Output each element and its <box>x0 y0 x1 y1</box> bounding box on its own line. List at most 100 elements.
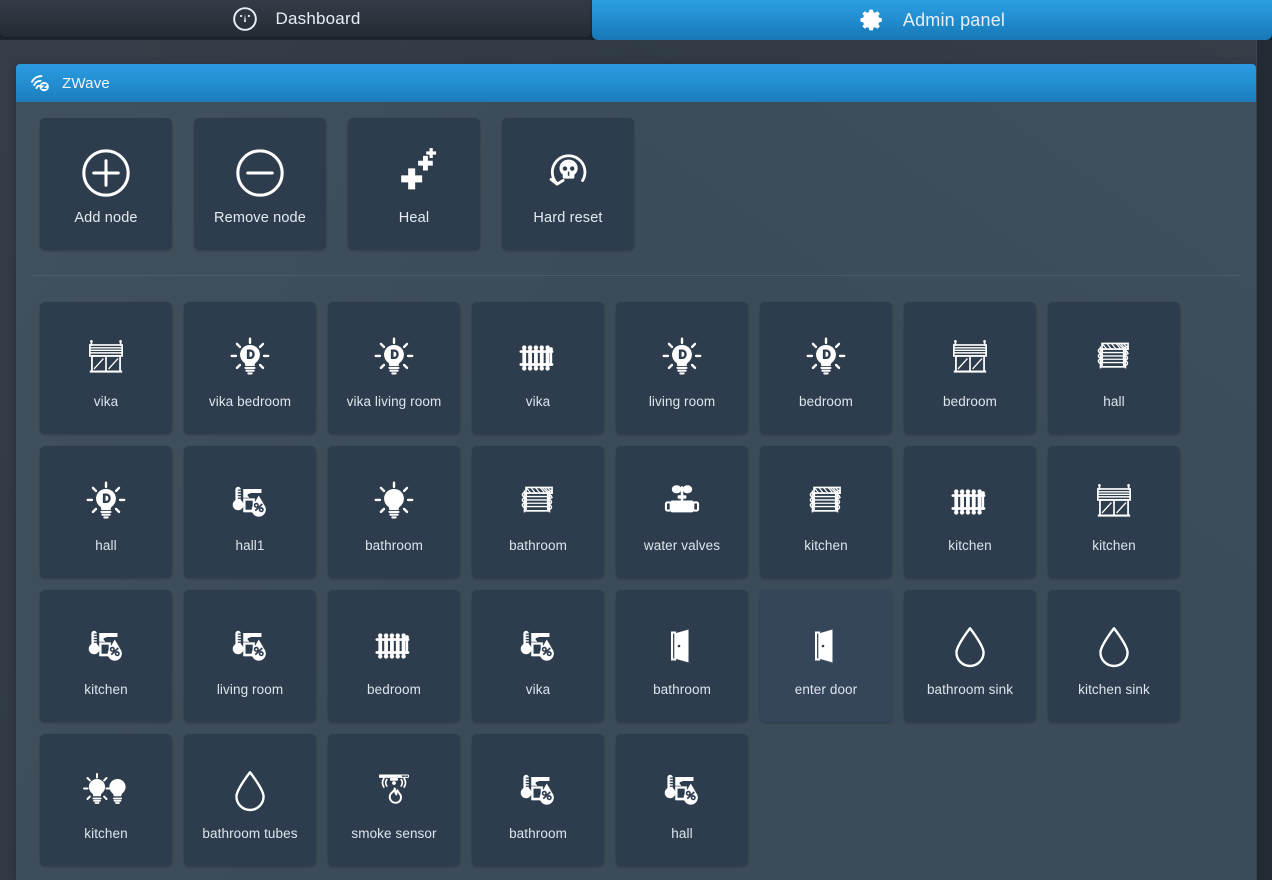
device-tile[interactable]: vika <box>40 302 172 434</box>
water-valve-icon <box>657 472 707 532</box>
device-tile[interactable]: kitchen <box>40 734 172 866</box>
device-tile[interactable]: bathroom <box>616 590 748 722</box>
device-tile[interactable]: kitchen <box>1048 446 1180 578</box>
device-tile[interactable]: hall <box>616 734 748 866</box>
tab-admin-panel[interactable]: Admin panel <box>592 0 1272 40</box>
device-tile[interactable]: vika bedroom <box>184 302 316 434</box>
open-door-icon <box>658 616 706 676</box>
water-drop-icon <box>225 760 275 820</box>
device-tile-label: kitchen <box>804 537 848 553</box>
device-tile[interactable]: bedroom <box>328 590 460 722</box>
device-tile[interactable]: bathroom <box>472 734 604 866</box>
zwave-signal-icon <box>29 73 51 93</box>
device-tile-label: bathroom <box>653 681 711 697</box>
device-tile-label: bathroom <box>365 537 423 553</box>
device-tile-label: kitchen <box>948 537 992 553</box>
device-tile[interactable]: living room <box>184 590 316 722</box>
radiator-icon <box>513 328 563 388</box>
device-tile-label: hall <box>1103 393 1125 409</box>
double-bulb-icon <box>80 760 132 820</box>
gauge-icon <box>232 6 258 32</box>
zwave-panel-title: ZWave <box>62 74 110 92</box>
temp-humidity-icon <box>513 616 563 676</box>
device-tile[interactable]: hall1 <box>184 446 316 578</box>
device-tile[interactable]: bedroom <box>904 302 1036 434</box>
device-tile[interactable]: hall <box>40 446 172 578</box>
device-tile[interactable]: kitchen <box>760 446 892 578</box>
device-tile-label: kitchen <box>84 681 128 697</box>
device-tile[interactable]: bathroom <box>328 446 460 578</box>
open-door-icon <box>802 616 850 676</box>
top-tab-bar: Dashboard Admin panel <box>0 0 1272 40</box>
device-tile-label: water valves <box>643 537 721 553</box>
action-tile-remove-node[interactable]: Remove node <box>194 118 326 250</box>
device-tile-label: bathroom <box>509 537 567 553</box>
device-tile[interactable]: living room <box>616 302 748 434</box>
dimmer-bulb-icon <box>81 472 131 532</box>
zwave-panel-header[interactable]: ZWave <box>16 64 1256 102</box>
device-tile[interactable]: vika <box>472 590 604 722</box>
action-tile-hard-reset[interactable]: Hard reset <box>502 118 634 250</box>
device-tile[interactable]: kitchen <box>40 590 172 722</box>
device-tile-label: bedroom <box>943 393 997 409</box>
device-tile[interactable]: kitchen <box>904 446 1036 578</box>
device-tile[interactable]: bathroom tubes <box>184 734 316 866</box>
device-tile-label: bathroom <box>509 825 567 841</box>
action-tile-label: Hard reset <box>533 210 603 226</box>
dimmer-bulb-icon <box>657 328 707 388</box>
device-tile-label: hall <box>671 825 693 841</box>
device-tile-label: vika bedroom <box>208 393 292 409</box>
device-tile-label: enter door <box>794 681 858 697</box>
device-tile[interactable]: hall <box>1048 302 1180 434</box>
radiator-icon <box>369 616 419 676</box>
radiator-icon <box>945 472 995 532</box>
water-drop-icon <box>1089 616 1139 676</box>
action-tile-heal[interactable]: Heal <box>348 118 480 250</box>
action-tile-add-node[interactable]: Add node <box>40 118 172 250</box>
zwave-actions-row: Add node Remove node Heal Hard reset <box>40 118 634 250</box>
water-drop-icon <box>945 616 995 676</box>
device-tile[interactable]: kitchen sink <box>1048 590 1180 722</box>
blinds-window-icon <box>1089 472 1139 532</box>
action-tile-label: Heal <box>398 210 430 226</box>
tab-dashboard-label: Dashboard <box>275 9 361 28</box>
device-tile[interactable]: vika <box>472 302 604 434</box>
blinds-roller-icon <box>1089 328 1139 388</box>
device-tile[interactable]: bathroom <box>472 446 604 578</box>
device-tile[interactable]: bedroom <box>760 302 892 434</box>
gear-icon <box>859 7 885 33</box>
device-tile-label: living room <box>648 393 716 409</box>
device-tile-label: smoke sensor <box>351 825 437 841</box>
temp-humidity-icon <box>513 760 563 820</box>
device-tile[interactable]: smoke sensor <box>328 734 460 866</box>
device-tile-label: bedroom <box>799 393 853 409</box>
device-tile-label: vika <box>93 393 119 409</box>
smoke-detector-icon <box>368 760 420 820</box>
temp-humidity-icon <box>225 616 275 676</box>
tab-dashboard[interactable]: Dashboard <box>0 0 592 38</box>
device-tile[interactable]: water valves <box>616 446 748 578</box>
tab-admin-panel-label: Admin panel <box>902 9 1006 30</box>
temp-humidity-icon <box>225 472 275 532</box>
zwave-panel: ZWave Add node Remove node Heal Hard res… <box>16 64 1256 880</box>
blinds-roller-icon <box>513 472 563 532</box>
device-tile-label: hall <box>95 537 117 553</box>
device-tile-label: bathroom sink <box>926 681 1014 697</box>
right-edge-rail <box>1256 40 1272 880</box>
device-tile[interactable]: enter door <box>760 590 892 722</box>
minus-circle-icon <box>232 142 288 204</box>
action-tile-label: Add node <box>74 210 138 226</box>
device-tile-label: living room <box>216 681 284 697</box>
temp-humidity-icon <box>657 760 707 820</box>
device-tile[interactable]: vika living room <box>328 302 460 434</box>
device-tile[interactable]: bathroom sink <box>904 590 1036 722</box>
device-tile-label: kitchen <box>1092 537 1136 553</box>
skull-reset-icon <box>540 142 596 204</box>
device-tile-label: bedroom <box>367 681 421 697</box>
device-tile-label: kitchen sink <box>1078 681 1150 697</box>
temp-humidity-icon <box>81 616 131 676</box>
device-tile-label: hall1 <box>235 537 265 553</box>
blinds-window-icon <box>81 328 131 388</box>
blinds-window-icon <box>945 328 995 388</box>
blinds-roller-icon <box>801 472 851 532</box>
